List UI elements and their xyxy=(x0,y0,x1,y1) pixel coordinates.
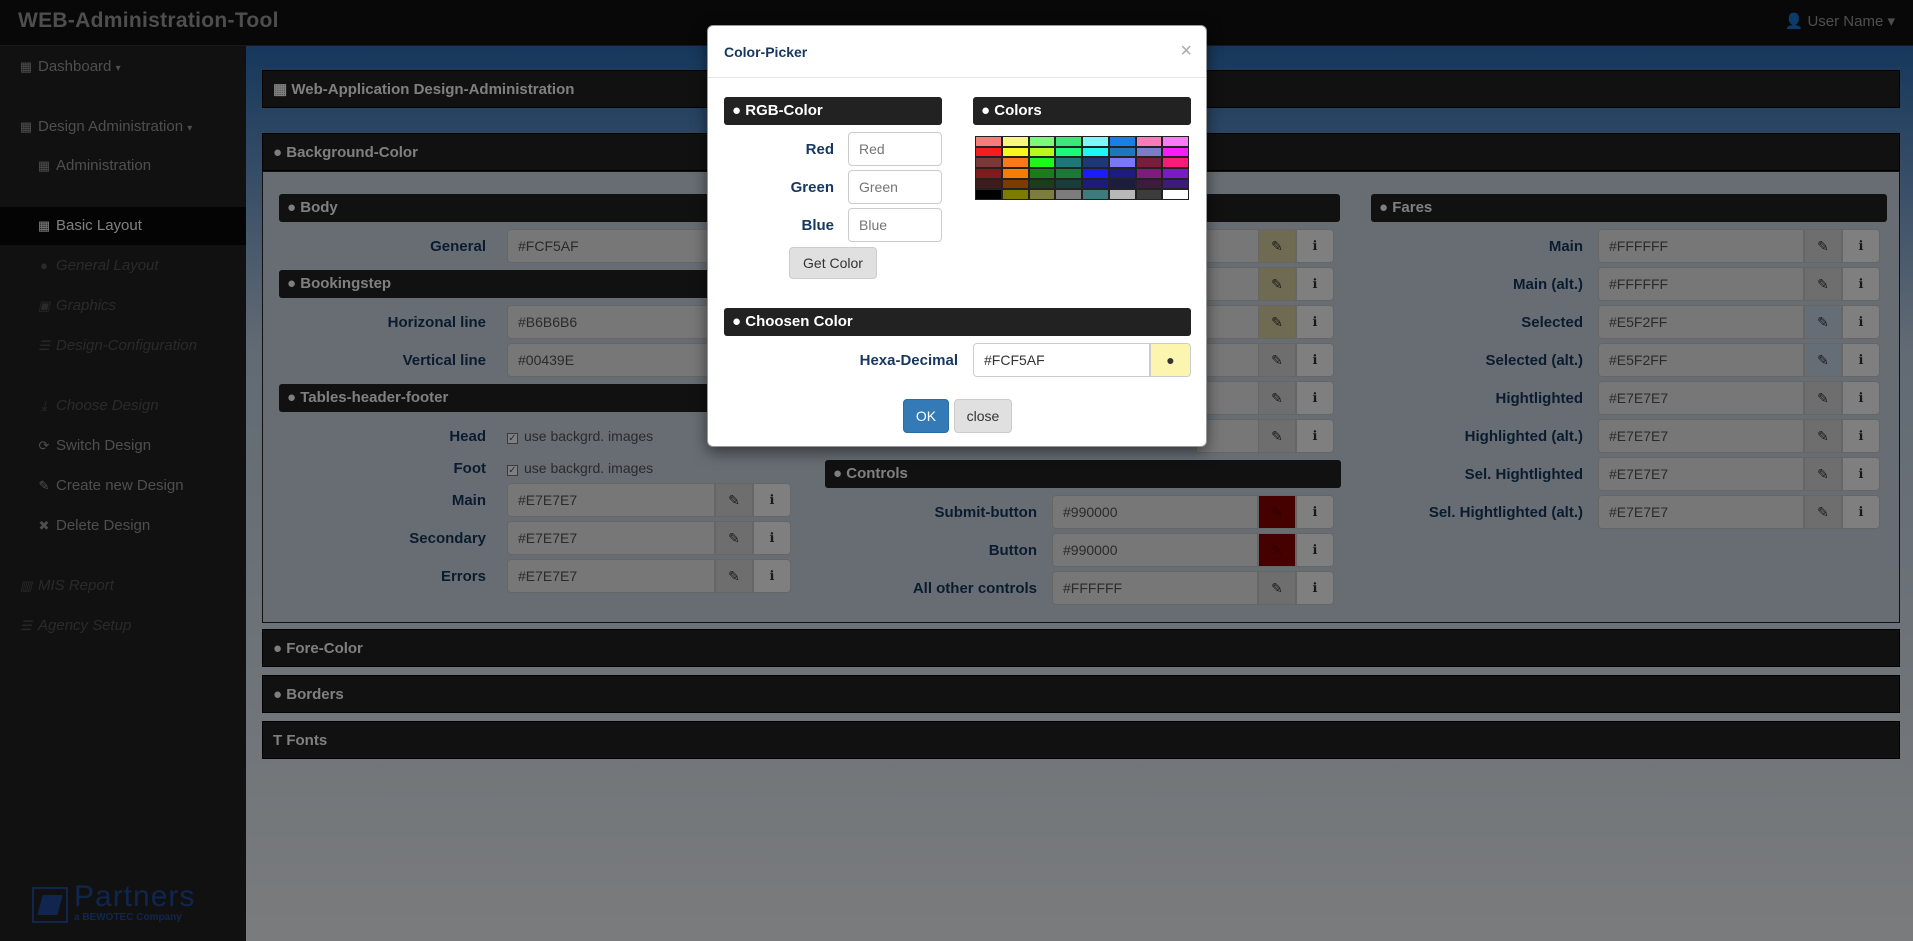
palette-swatch[interactable] xyxy=(1136,147,1162,157)
palette-swatch[interactable] xyxy=(1056,158,1081,167)
color-picker-modal: Color-Picker × ● RGB-Color Red Green Blu… xyxy=(707,25,1207,447)
palette-swatch[interactable] xyxy=(1163,169,1188,178)
section-title: Colors xyxy=(994,102,1042,119)
palette-swatch[interactable] xyxy=(1109,190,1135,199)
palette-swatch[interactable] xyxy=(1029,190,1055,199)
blue-label: Blue xyxy=(801,217,834,234)
palette-swatch[interactable] xyxy=(1002,137,1028,146)
palette-swatch[interactable] xyxy=(1136,179,1162,189)
palette-swatch[interactable] xyxy=(976,179,1001,189)
close-button[interactable]: close xyxy=(954,399,1012,433)
palette-swatch[interactable] xyxy=(1109,158,1135,167)
palette-swatch[interactable] xyxy=(1029,147,1055,157)
palette-swatch[interactable] xyxy=(1029,137,1055,146)
palette-swatch[interactable] xyxy=(1056,169,1081,178)
section-rgb-color: ● RGB-Color xyxy=(724,97,942,125)
palette-swatch[interactable] xyxy=(1163,137,1188,146)
droplet-icon: ● xyxy=(1166,352,1175,368)
palette-swatch[interactable] xyxy=(976,137,1001,146)
green-input[interactable] xyxy=(848,170,942,204)
green-label: Green xyxy=(790,179,834,196)
palette-swatch[interactable] xyxy=(1136,169,1162,178)
section-colors: ● Colors xyxy=(973,97,1191,125)
close-icon[interactable]: × xyxy=(1180,40,1192,63)
palette-swatch[interactable] xyxy=(1083,190,1108,199)
palette-swatch[interactable] xyxy=(1002,190,1028,199)
palette-swatch[interactable] xyxy=(1029,158,1055,167)
section-title: RGB-Color xyxy=(745,102,823,119)
palette-swatch[interactable] xyxy=(1163,147,1188,157)
palette-swatch[interactable] xyxy=(1136,137,1162,146)
palette-swatch[interactable] xyxy=(1136,190,1162,199)
palette-swatch[interactable] xyxy=(1083,147,1108,157)
blue-input[interactable] xyxy=(848,208,942,242)
palette-swatch[interactable] xyxy=(1056,147,1081,157)
palette-swatch[interactable] xyxy=(1163,179,1188,189)
get-color-button[interactable]: Get Color xyxy=(789,247,877,279)
hexa-decimal-input[interactable]: #FCF5AF xyxy=(973,343,1150,377)
palette-swatch[interactable] xyxy=(1163,158,1188,167)
red-input[interactable] xyxy=(848,132,942,166)
palette-swatch[interactable] xyxy=(1083,137,1108,146)
palette-swatch[interactable] xyxy=(976,158,1001,167)
palette-swatch[interactable] xyxy=(1083,158,1108,167)
palette-swatch[interactable] xyxy=(1109,179,1135,189)
droplet-icon: ● xyxy=(981,102,991,119)
color-palette xyxy=(975,136,1189,200)
modal-title: Color-Picker xyxy=(724,44,808,60)
palette-swatch[interactable] xyxy=(1083,169,1108,178)
palette-swatch[interactable] xyxy=(976,147,1001,157)
droplet-icon: ● xyxy=(732,313,742,330)
section-title: Choosen Color xyxy=(745,313,853,330)
color-swatch-button[interactable]: ● xyxy=(1150,343,1191,377)
palette-swatch[interactable] xyxy=(1109,147,1135,157)
palette-swatch[interactable] xyxy=(1002,179,1028,189)
ok-button[interactable]: OK xyxy=(903,399,949,433)
palette-swatch[interactable] xyxy=(1002,147,1028,157)
palette-swatch[interactable] xyxy=(976,169,1001,178)
palette-swatch[interactable] xyxy=(1002,169,1028,178)
palette-swatch[interactable] xyxy=(1056,137,1081,146)
palette-swatch[interactable] xyxy=(1136,158,1162,167)
palette-swatch[interactable] xyxy=(1056,179,1081,189)
palette-swatch[interactable] xyxy=(1109,169,1135,178)
modal-divider xyxy=(708,77,1206,78)
palette-swatch[interactable] xyxy=(1163,190,1188,199)
palette-swatch[interactable] xyxy=(1029,169,1055,178)
palette-swatch[interactable] xyxy=(1029,179,1055,189)
palette-swatch[interactable] xyxy=(1109,137,1135,146)
hexa-decimal-label: Hexa-Decimal xyxy=(859,352,958,369)
palette-swatch[interactable] xyxy=(976,190,1001,199)
red-label: Red xyxy=(805,141,834,158)
palette-swatch[interactable] xyxy=(1083,179,1108,189)
palette-swatch[interactable] xyxy=(1002,158,1028,167)
palette-swatch[interactable] xyxy=(1056,190,1081,199)
section-chosen-color: ● Choosen Color xyxy=(724,308,1191,336)
droplet-icon: ● xyxy=(732,102,742,119)
